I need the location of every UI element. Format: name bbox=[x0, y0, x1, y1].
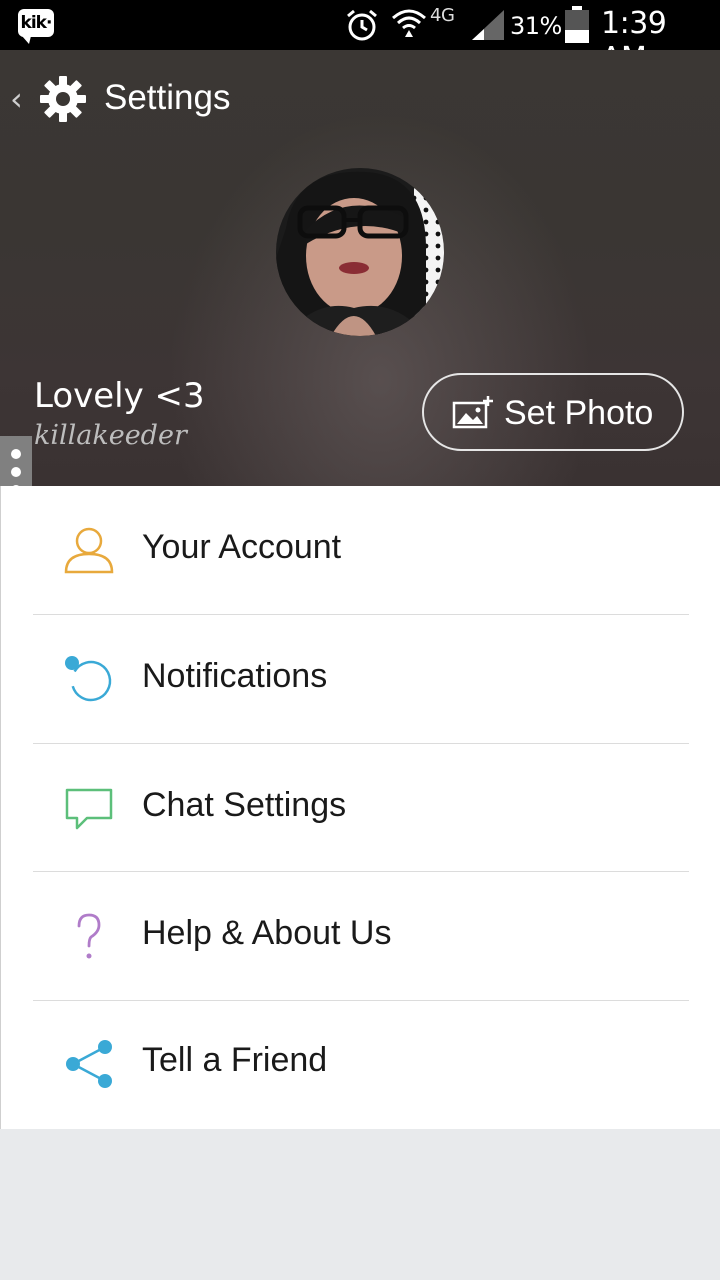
username: killakeeder bbox=[34, 420, 187, 451]
display-name: Lovely <3 bbox=[34, 376, 205, 416]
menu-item-label: Help & About Us bbox=[142, 914, 392, 952]
add-photo-icon bbox=[452, 396, 493, 429]
menu-item-tell-a-friend[interactable]: Tell a Friend bbox=[1, 1001, 720, 1129]
settings-menu: Your Account Notifications Chat Settings… bbox=[0, 486, 720, 1129]
more-dots-icon bbox=[11, 449, 21, 459]
set-photo-label: Set Photo bbox=[504, 394, 654, 432]
status-bar: kik· 4G 31% 1:39 AM bbox=[0, 0, 720, 76]
network-type: 4G bbox=[430, 5, 455, 26]
question-mark-icon bbox=[77, 913, 101, 959]
back-button[interactable]: ‹ bbox=[10, 80, 23, 118]
alarm-icon bbox=[347, 9, 377, 41]
menu-item-label: Tell a Friend bbox=[142, 1041, 328, 1079]
gear-icon[interactable] bbox=[38, 74, 88, 124]
avatar[interactable] bbox=[276, 168, 444, 336]
kik-notification-icon: kik· bbox=[18, 9, 54, 44]
page-title: Settings bbox=[104, 78, 231, 117]
battery-icon bbox=[565, 6, 589, 43]
notification-ring-icon bbox=[65, 656, 112, 702]
chat-bubble-icon bbox=[65, 788, 113, 830]
menu-item-chat-settings[interactable]: Chat Settings bbox=[1, 744, 720, 872]
signal-icon bbox=[472, 10, 504, 40]
menu-item-label: Notifications bbox=[142, 657, 328, 695]
menu-item-label: Chat Settings bbox=[142, 786, 347, 824]
battery-percent: 31% bbox=[510, 12, 562, 40]
menu-item-help-about[interactable]: Help & About Us bbox=[1, 872, 720, 1000]
menu-item-label: Your Account bbox=[142, 528, 342, 566]
wifi-icon bbox=[392, 9, 426, 37]
person-icon bbox=[64, 527, 114, 574]
menu-item-your-account[interactable]: Your Account bbox=[1, 486, 720, 614]
menu-item-notifications[interactable]: Notifications bbox=[1, 615, 720, 743]
set-photo-button[interactable]: Set Photo bbox=[422, 373, 684, 451]
profile-header: ‹ Settings Lovely <3 killakeeder Set Pho… bbox=[0, 50, 720, 486]
share-icon bbox=[66, 1040, 112, 1088]
